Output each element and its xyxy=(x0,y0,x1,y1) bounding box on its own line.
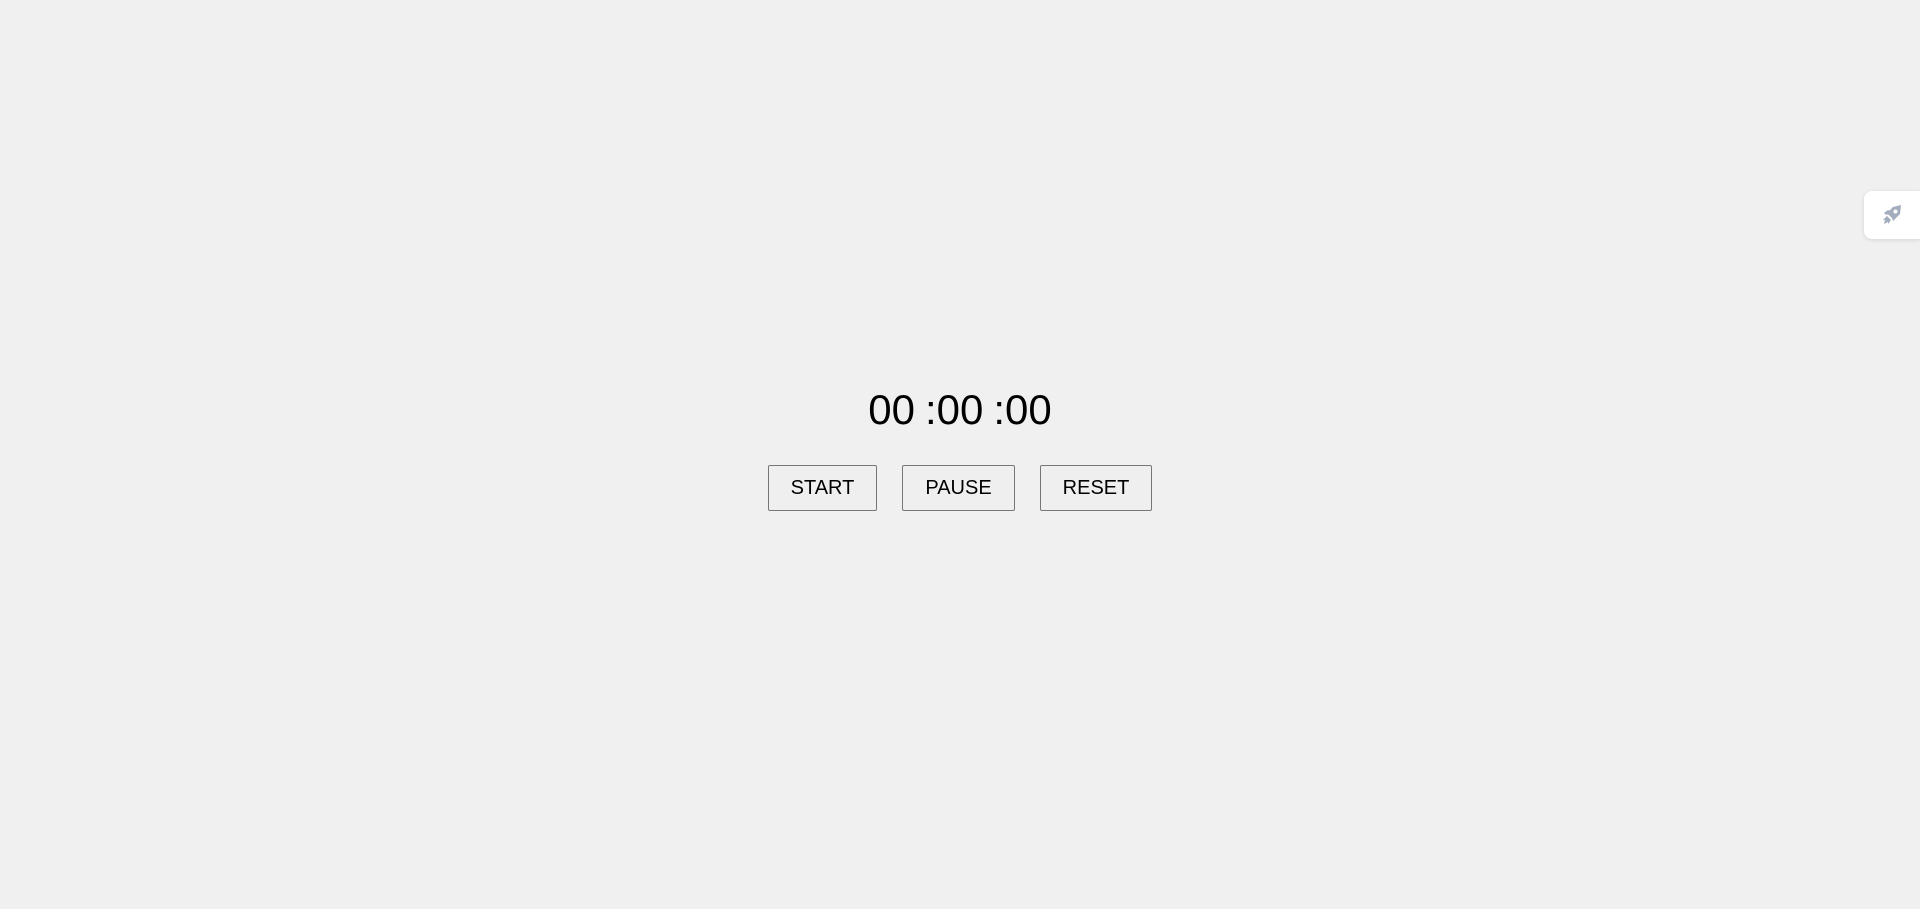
minutes-value: :00 xyxy=(924,386,984,433)
rocket-icon xyxy=(1879,202,1905,228)
side-widget-button[interactable] xyxy=(1864,191,1920,239)
hours-value: 00 xyxy=(868,386,915,433)
controls: START PAUSE RESET xyxy=(767,465,1153,511)
reset-button[interactable]: RESET xyxy=(1039,465,1153,511)
time-display: 00 :00 :00 xyxy=(868,385,1052,435)
seconds-value: :00 xyxy=(993,386,1052,433)
pause-button[interactable]: PAUSE xyxy=(902,465,1015,511)
stopwatch: 00 :00 :00 START PAUSE RESET xyxy=(0,385,1920,511)
page: 00 :00 :00 START PAUSE RESET xyxy=(0,0,1920,909)
start-button[interactable]: START xyxy=(767,465,878,511)
